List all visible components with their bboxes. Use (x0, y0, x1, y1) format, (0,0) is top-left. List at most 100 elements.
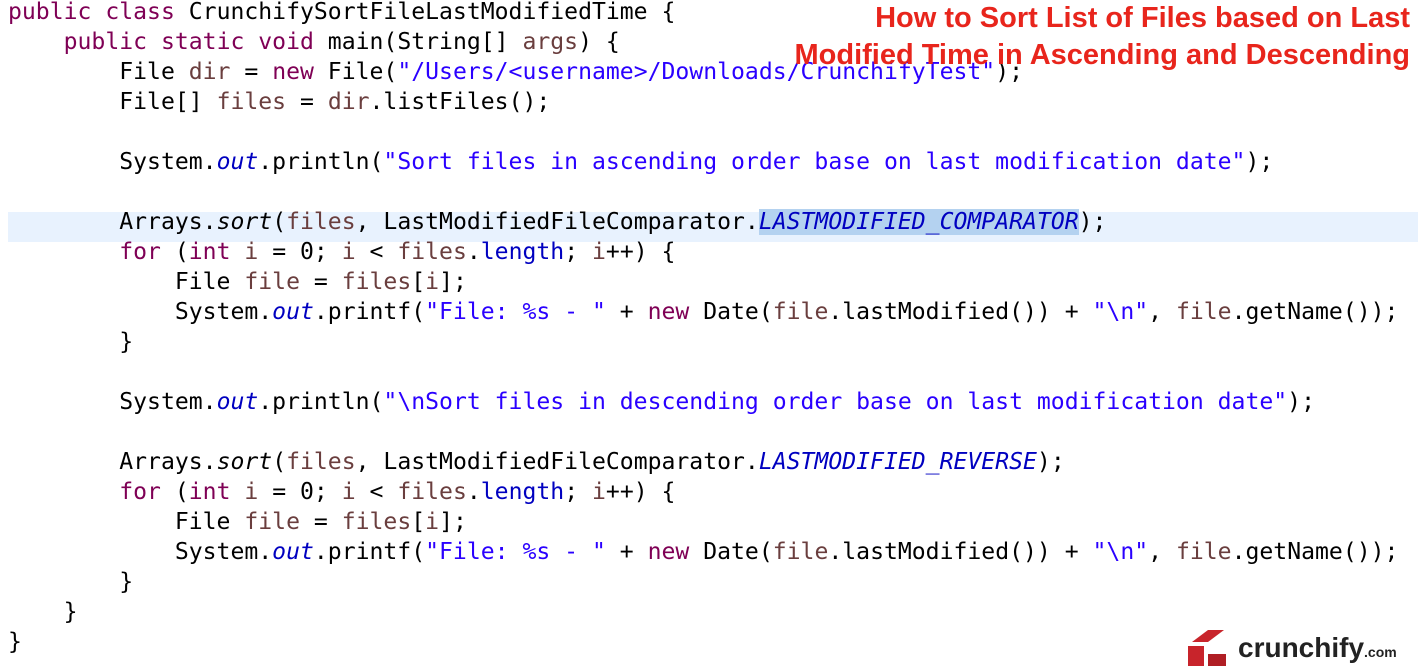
code-token: System. (8, 389, 217, 415)
code-token: .getName()); (1231, 299, 1399, 325)
code-token: .lastModified()) + (828, 299, 1093, 325)
code-token: out (272, 539, 314, 565)
code-token: new (647, 539, 690, 565)
brand-suffix: .com (1364, 644, 1397, 660)
code-token: < (355, 479, 398, 505)
code-token: for (119, 239, 161, 265)
code-line[interactable]: File[] files = dir.listFiles(); (8, 87, 550, 117)
code-line[interactable]: } (8, 567, 133, 597)
code-token: .listFiles(); (369, 89, 551, 115)
code-token: Arrays. (8, 449, 217, 475)
code-token: public (63, 29, 148, 55)
code-token: length (480, 239, 565, 265)
code-token: < (355, 239, 398, 265)
code-token: , (1148, 539, 1176, 565)
code-token: Date( (689, 539, 773, 565)
code-line[interactable]: for (int i = 0; i < files.length; i++) { (8, 237, 675, 267)
code-token: dir (327, 89, 370, 115)
code-token: .println( (258, 149, 384, 175)
code-token: } (8, 569, 134, 595)
code-line[interactable]: } (8, 597, 78, 627)
code-token: public (8, 0, 92, 25)
code-token: .getName()); (1231, 539, 1399, 565)
code-token: sort (216, 449, 273, 475)
code-token: ( (160, 239, 189, 265)
code-token: i (592, 479, 606, 505)
headline-line-1: How to Sort List of Files based on Last (875, 2, 1410, 34)
code-token: ); (1287, 389, 1315, 415)
code-token: } (8, 629, 22, 655)
code-token: , LastModifiedFileComparator. (355, 449, 759, 475)
code-token: for (119, 479, 161, 505)
code-token: "\nSort files in descending order base o… (383, 389, 1288, 415)
code-token: ; (564, 479, 593, 505)
code-line[interactable]: System.out.println("Sort files in ascend… (8, 147, 1273, 177)
code-token: .printf( (313, 299, 426, 325)
code-token: static (160, 29, 245, 55)
code-token: = (300, 509, 342, 535)
code-line[interactable]: System.out.println("\nSort files in desc… (8, 387, 1315, 417)
code-token: Arrays. (8, 209, 217, 235)
code-token: i (592, 239, 606, 265)
code-token: i (425, 269, 440, 295)
code-editor[interactable]: public class CrunchifySortFileLastModifi… (0, 0, 1418, 672)
code-token: ++) { (605, 479, 676, 505)
code-token: files (286, 209, 356, 235)
code-token: file (772, 539, 829, 565)
code-line[interactable]: System.out.printf("File: %s - " + new Da… (8, 297, 1399, 327)
code-token: . (466, 239, 481, 265)
code-token: } (8, 329, 134, 355)
code-token: , (1148, 299, 1176, 325)
code-token: files (286, 449, 356, 475)
code-token: System. (8, 149, 217, 175)
code-token: files (397, 479, 467, 505)
code-token: args (522, 29, 579, 55)
code-token: ; (564, 239, 593, 265)
code-token: file (244, 269, 300, 295)
code-line[interactable]: Arrays.sort(files, LastModifiedFileCompa… (8, 207, 1106, 237)
code-line[interactable]: } (8, 327, 133, 357)
code-token: ( (272, 449, 287, 475)
code-token: i (244, 479, 259, 505)
code-token: out (216, 149, 259, 175)
code-token: + (605, 539, 648, 565)
headline-line-2: Modified Time in Ascending and Descendin… (794, 39, 1410, 71)
code-token: + (605, 299, 648, 325)
code-token: dir (188, 59, 231, 85)
code-line[interactable]: } (8, 627, 22, 657)
code-token: file (772, 299, 829, 325)
code-line[interactable]: public static void main(String[] args) { (8, 27, 620, 57)
code-token: . (466, 479, 481, 505)
code-token: .printf( (313, 539, 426, 565)
code-line[interactable]: public class CrunchifySortFileLastModifi… (8, 0, 675, 27)
code-token: ++) { (605, 239, 676, 265)
code-token: File( (313, 59, 398, 85)
code-token: "File: %s - " (425, 539, 606, 565)
code-token: int (188, 239, 231, 265)
code-token: CrunchifySortFileLastModifiedTime { (174, 0, 676, 25)
code-token: ); (1245, 149, 1274, 175)
code-token: i (425, 509, 440, 535)
code-line[interactable]: File file = files[i]; (8, 507, 467, 537)
code-line[interactable]: Arrays.sort(files, LastModifiedFileCompa… (8, 447, 1065, 477)
code-token: .println( (258, 389, 384, 415)
code-token: = (230, 59, 273, 85)
code-token: file (1175, 539, 1232, 565)
code-token: , LastModifiedFileComparator. (355, 209, 759, 235)
code-line[interactable]: File file = files[i]; (8, 267, 467, 297)
code-token: ) { (578, 29, 620, 55)
code-line[interactable]: for (int i = 0; i < files.length; i++) { (8, 477, 675, 507)
code-token: i (341, 479, 356, 505)
code-token: File[] (8, 89, 217, 115)
code-token: ]; (439, 509, 467, 535)
code-token: ]; (439, 269, 467, 295)
code-token: LASTMODIFIED_COMPARATOR (758, 209, 1079, 235)
code-line[interactable]: System.out.printf("File: %s - " + new Da… (8, 537, 1399, 567)
